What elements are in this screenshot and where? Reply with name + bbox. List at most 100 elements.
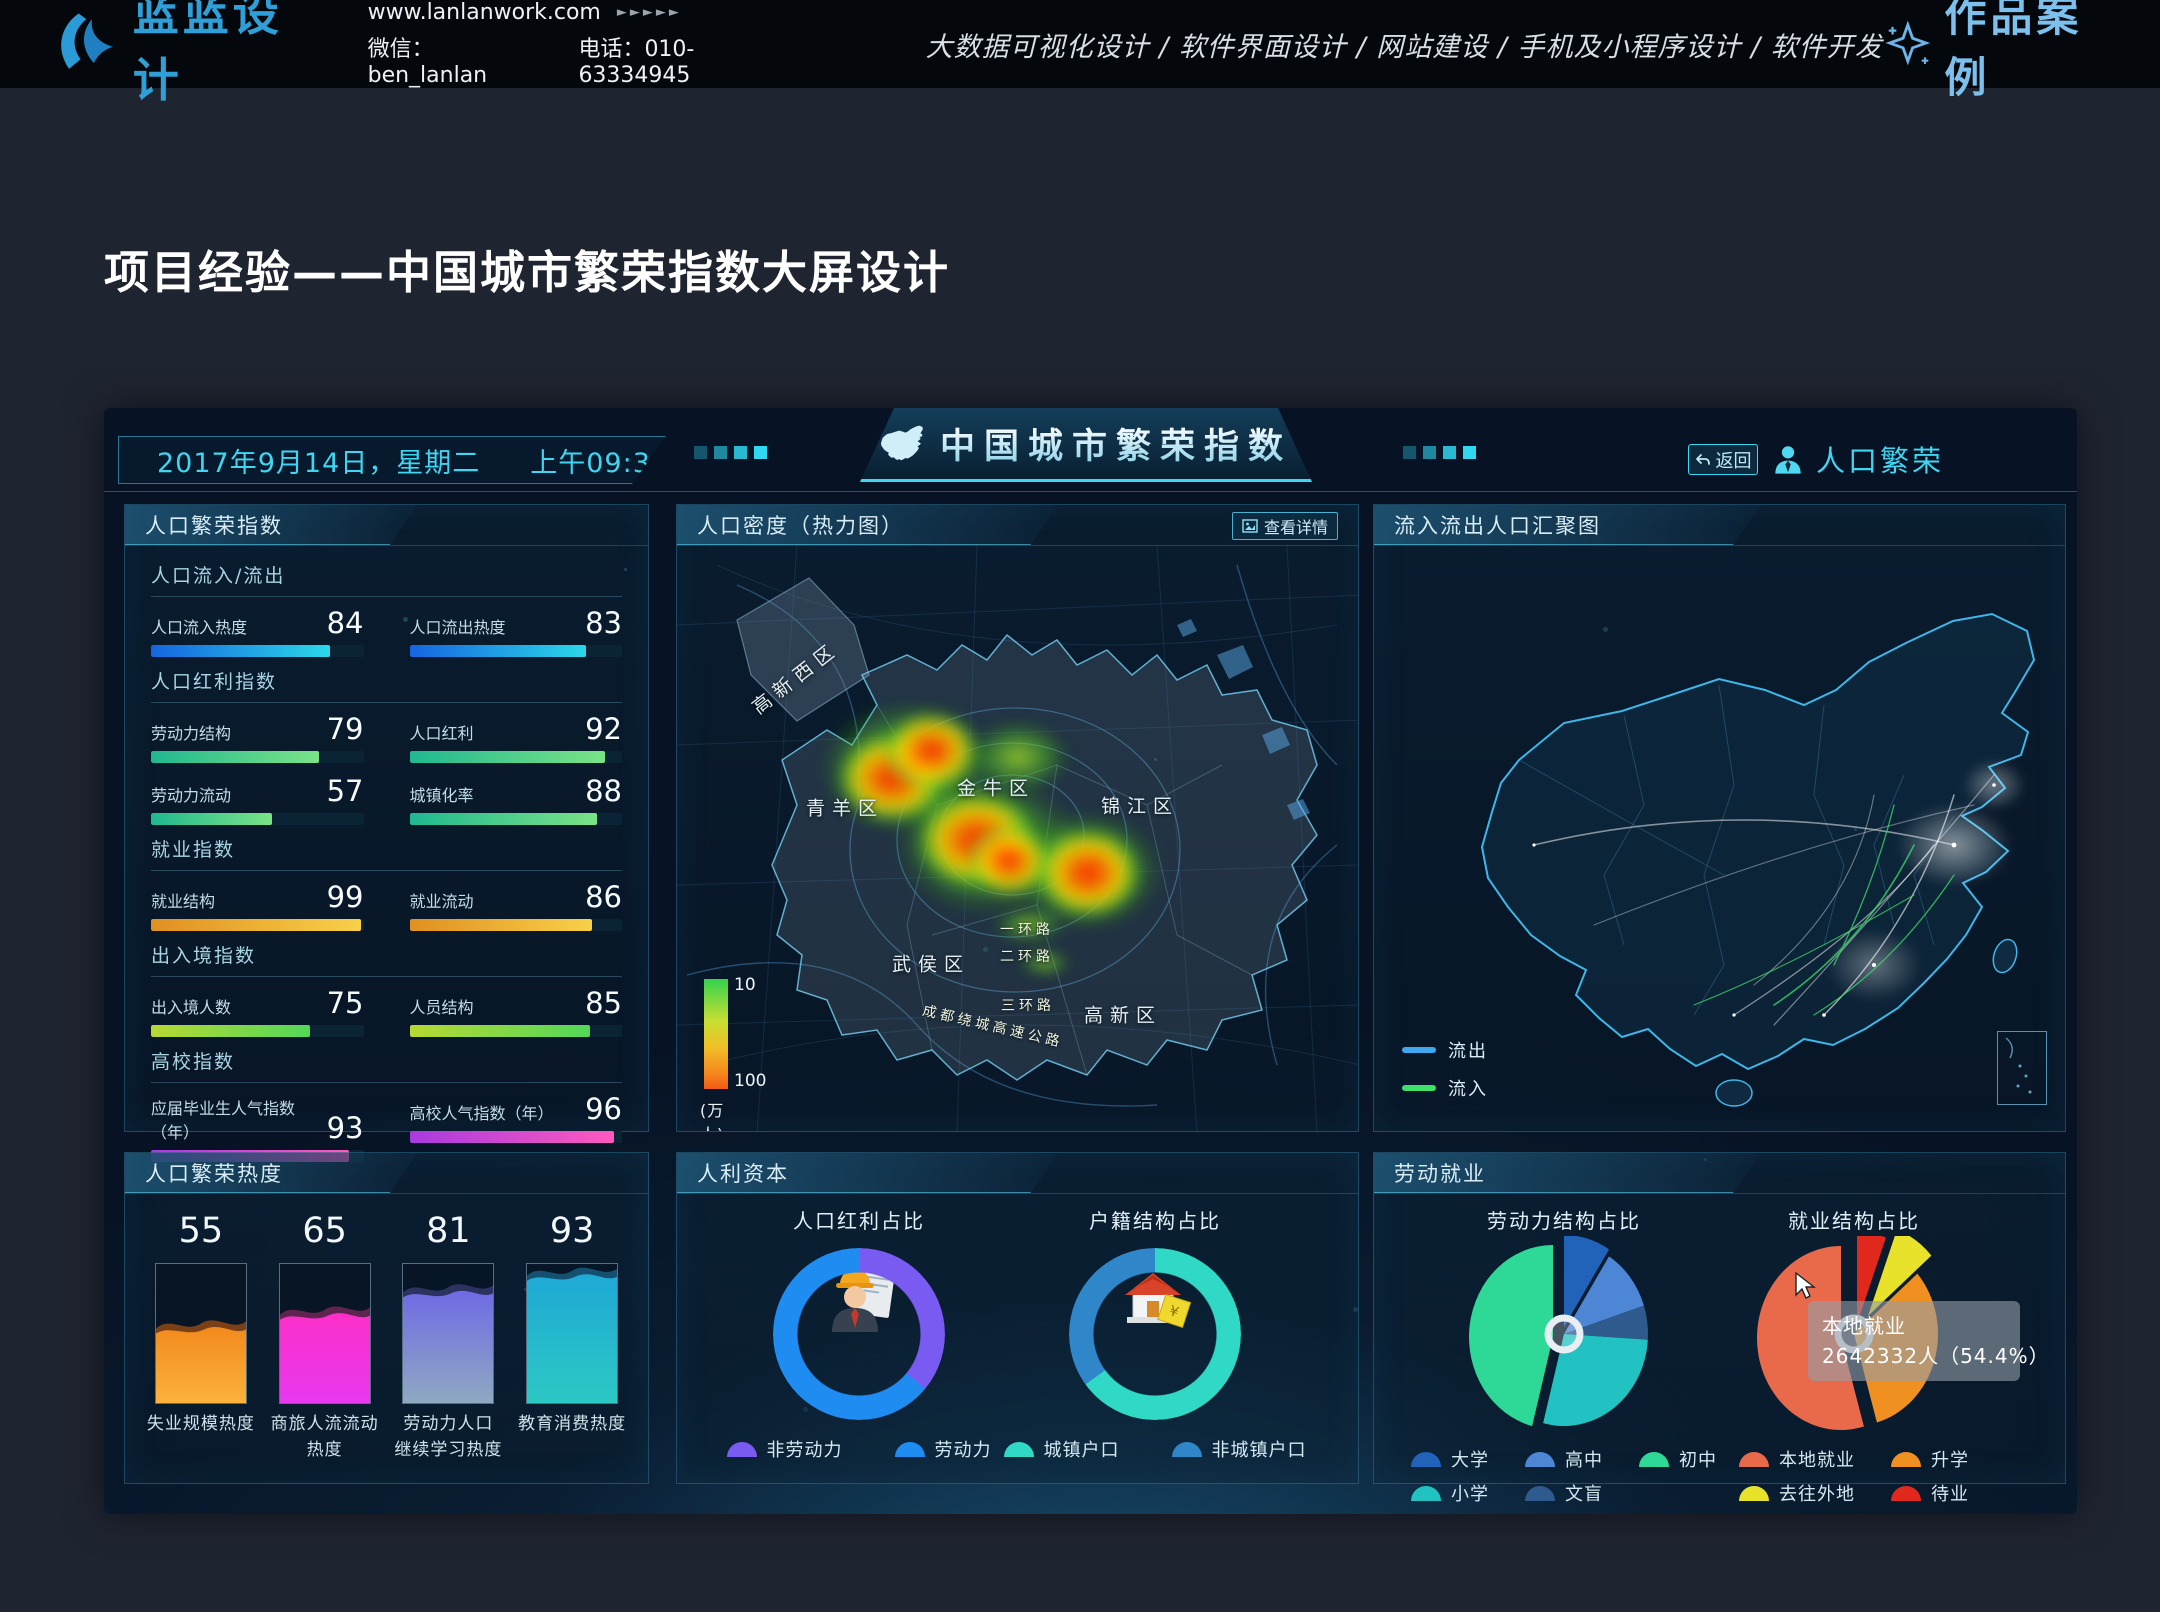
taiwan-island — [1989, 936, 2020, 975]
progress-track — [410, 645, 623, 657]
wechat-label: 微信：ben_lanlan — [368, 31, 545, 88]
dashboard-title-banner: 中国城市繁荣指数 — [860, 408, 1312, 482]
legend-fan-swatch — [727, 1442, 757, 1457]
progress-fill — [410, 1025, 591, 1037]
metric-label: 应届毕业生人气指数（年） — [151, 1095, 327, 1143]
legend-fan-swatch — [1004, 1442, 1034, 1457]
progress-fill — [151, 919, 361, 931]
panel-employment: 劳动就业 劳动力结构占比 大学高中初中小学文盲 就业结构占比 本地就业升学去往外… — [1373, 1152, 2066, 1484]
metric-label: 人员结构 — [410, 994, 474, 1018]
view-detail-button[interactable]: 查看详情 — [1232, 512, 1338, 540]
tank-value: 65 — [302, 1211, 347, 1251]
lanlan-logo-icon — [50, 8, 119, 80]
heat-tank: 55 失业规模热度 — [142, 1197, 260, 1483]
logo-text: 蓝蓝设计 — [133, 0, 324, 110]
dashboard-screenshot: 2017年9月14日，星期二 上午09:30:19 中国城市繁荣指数 返回 人口… — [104, 408, 2077, 1514]
legend-fan-swatch — [1891, 1452, 1921, 1467]
metric-value: 92 — [585, 715, 622, 744]
legend-max: 100 — [734, 1071, 766, 1091]
legend-swatch — [1402, 1085, 1436, 1091]
flow-legend: 流出流入 — [1402, 1025, 1488, 1101]
legend-label: 升学 — [1931, 1446, 1969, 1472]
heatmap-legend: 10 100 (万人) — [704, 979, 728, 1089]
metric-label: 就业流动 — [410, 888, 474, 912]
photo-icon — [1242, 519, 1258, 533]
tank-container — [279, 1263, 371, 1404]
pie-legend: 本地就业升学去往外地待业 — [1739, 1446, 1969, 1506]
district-label: 青羊区 — [806, 794, 884, 821]
logo[interactable]: 蓝蓝设计 — [50, 0, 324, 110]
tank-value: 55 — [179, 1211, 224, 1251]
sparkle-star-icon — [1883, 18, 1933, 70]
metric: 出入境人数75 — [151, 989, 364, 1037]
mode-indicator[interactable]: 人口繁荣 — [1772, 438, 1944, 480]
metric-label: 城镇化率 — [410, 782, 474, 806]
view-detail-label: 查看详情 — [1264, 514, 1328, 538]
divider — [151, 596, 622, 597]
legend-item: 去往外地 — [1739, 1480, 1855, 1506]
progress-track — [151, 919, 364, 931]
metric-value: 86 — [585, 883, 622, 912]
dashboard-topbar: 2017年9月14日，星期二 上午09:30:19 中国城市繁荣指数 返回 人口… — [104, 408, 2077, 492]
legend-label: 小学 — [1451, 1480, 1489, 1506]
legend-label: 高中 — [1565, 1446, 1603, 1472]
tank-container — [155, 1263, 247, 1404]
legend-fan-swatch — [1525, 1486, 1555, 1501]
progress-fill — [410, 919, 593, 931]
legend-swatch — [1402, 1047, 1436, 1053]
progress-track — [151, 751, 364, 763]
donut-chart-dividend: 人口红利占比 非劳动力劳动力 — [709, 1197, 1009, 1462]
metric-label: 劳动力结构 — [151, 720, 231, 744]
panel-population-index: 人口繁荣指数 人口流入/流出人口流入热度84人口流出热度83人口红利指数劳动力结… — [124, 504, 649, 1132]
mode-label: 人口繁荣 — [1816, 438, 1944, 480]
mouse-cursor-icon — [1792, 1271, 1818, 1301]
datetime-box: 2017年9月14日，星期二 上午09:30:19 — [118, 436, 666, 484]
progress-track — [151, 813, 364, 825]
divider — [151, 1082, 622, 1083]
metric: 就业结构99 — [151, 883, 364, 931]
donut-chart-household: 户籍结构占比 ¥ 城镇户口非城镇户口 — [1005, 1197, 1305, 1462]
dashboard-title: 中国城市繁荣指数 — [940, 418, 1292, 469]
flow-legend-item: 流入 — [1402, 1075, 1488, 1101]
legend-item: 非劳动力 — [727, 1436, 843, 1462]
index-section: 高校指数应届毕业生人气指数（年）93高校人气指数（年）96 — [151, 1047, 622, 1162]
legend-fan-swatch — [1739, 1452, 1769, 1467]
legend-item: 非城镇户口 — [1172, 1436, 1307, 1462]
site-url: www.lanlanwork.com — [368, 0, 601, 25]
pie-tooltip: 本地就业 2642332人（54.4%） — [1808, 1301, 2020, 1381]
panel-tab: 人口繁荣指数 — [125, 505, 418, 545]
back-button[interactable]: 返回 — [1688, 444, 1758, 475]
donut-legend: 城镇户口非城镇户口 — [1004, 1436, 1307, 1462]
tooltip-value: 2642332人（54.4%） — [1822, 1341, 2006, 1371]
south-sea-inset — [1997, 1031, 2047, 1105]
metric-label: 人口流入热度 — [151, 614, 247, 638]
portfolio-link[interactable]: 作品案例 — [1883, 0, 2120, 105]
legend-label: 劳动力 — [935, 1436, 992, 1462]
legend-item: 大学 — [1411, 1446, 1489, 1472]
progress-fill — [410, 813, 597, 825]
progress-track — [151, 1025, 364, 1037]
section-title: 高校指数 — [151, 1047, 622, 1074]
back-label: 返回 — [1716, 447, 1752, 473]
metric: 城镇化率88 — [410, 777, 623, 825]
legend-fan-swatch — [1639, 1452, 1669, 1467]
panel-title: 人口繁荣指数 — [145, 510, 283, 540]
tank-label: 失业规模热度 — [147, 1412, 255, 1438]
metric-value: 85 — [585, 989, 622, 1018]
index-section: 人口红利指数劳动力结构79人口红利92劳动力流动57城镇化率88 — [151, 667, 622, 825]
legend-label: 大学 — [1451, 1446, 1489, 1472]
pie-slice[interactable] — [1469, 1245, 1553, 1426]
divider — [151, 702, 622, 703]
metric-value: 75 — [327, 989, 364, 1018]
heat-tank: 93教育消费热度 — [513, 1197, 631, 1483]
metric: 劳动力结构79 — [151, 715, 364, 763]
metric-value: 96 — [585, 1095, 622, 1124]
tank-container — [526, 1263, 618, 1404]
metric-label: 劳动力流动 — [151, 782, 231, 806]
current-date: 2017年9月14日，星期二 — [157, 441, 480, 480]
legend-fan-swatch — [1891, 1486, 1921, 1501]
legend-label: 流出 — [1448, 1037, 1488, 1063]
tank-label: 教育消费热度 — [518, 1412, 626, 1438]
services-list: 大数据可视化设计 / 软件界面设计 / 网站建设 / 手机及小程序设计 / 软件… — [926, 25, 1883, 64]
metric-label: 人口红利 — [410, 720, 474, 744]
